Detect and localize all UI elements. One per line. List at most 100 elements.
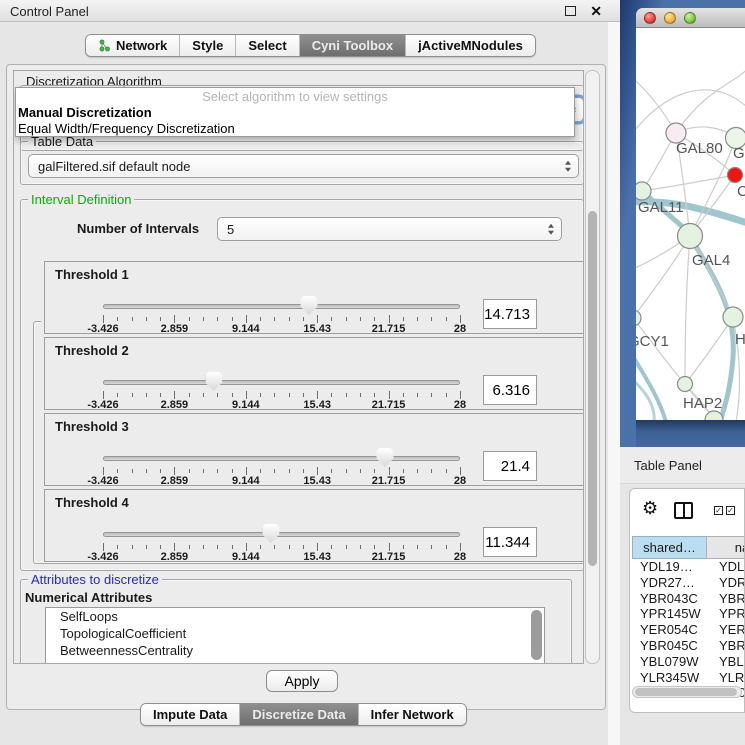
bottom-tab-bar: Impute Data Discretize Data Infer Networ… [140,703,467,726]
table-row[interactable]: YBR043CYBR043C [632,591,745,607]
slider-track[interactable] [103,456,460,461]
list-item[interactable]: TopologicalCoefficient [46,625,544,642]
list-item[interactable]: BetweennessCentrality [46,642,544,659]
list-scrollbar[interactable] [531,610,542,660]
panel-vertical-scrollbar[interactable] [585,70,600,664]
checkbox-icon[interactable]: ✓ [714,506,723,515]
tab-infer-network[interactable]: Infer Network [359,704,466,725]
red-node[interactable] [728,168,743,183]
table-panel-title-bar: Table Panel [620,447,745,484]
close-traffic-light-icon[interactable] [644,12,656,24]
table-row[interactable]: YER054CYER054C [632,622,745,638]
slider-thumb[interactable] [262,524,279,543]
slider-thumb[interactable] [205,372,222,391]
node-label: C [737,183,745,200]
gal11-node[interactable] [636,182,651,200]
numerical-attributes-list[interactable]: SelfLoops TopologicalCoefficient Between… [45,607,545,664]
list-item[interactable]: SelfLoops [46,608,544,625]
threshold-4-slider[interactable]: -3.4262.8599.14415.4321.71528 [103,490,460,563]
settings-gear-icon[interactable]: ⚙ [642,498,658,519]
float-window-icon[interactable] [565,6,576,16]
cell-shared-name: YDL19… [632,559,707,575]
cell-shared-name: YBR043C [632,591,707,607]
tab-select-label: Select [248,38,286,53]
network-edge[interactable] [636,236,690,318]
gal4-node[interactable] [678,224,703,249]
close-icon[interactable]: ✕ [590,3,602,20]
tab-network[interactable]: Network [86,35,180,56]
table-row[interactable]: YDL19…YDL19… [632,559,745,575]
split-columns-icon[interactable] [674,502,693,519]
tab-cyni-toolbox[interactable]: Cyni Toolbox [300,35,406,56]
network-view-canvas[interactable]: GAL80GCGAL11GAL4GCY1HHAP2 [636,28,745,420]
slider-track[interactable] [103,304,460,309]
slider-thumb[interactable] [377,448,394,467]
tick-label: 9.144 [232,475,260,487]
node-label: G [733,145,745,162]
threshold-1-slider[interactable]: -3.4262.8599.14415.4321.71528 [103,262,460,335]
dropdown-option-manual[interactable]: Manual Discretization [16,105,574,121]
hap2-node[interactable] [678,377,693,392]
table-panel-toolbar: ⚙ ✓ ✓ [630,489,744,531]
threshold-2-value-field[interactable] [483,375,537,405]
network-edge[interactable] [685,236,690,384]
dropdown-option-equal-width[interactable]: Equal Width/Frequency Discretization [16,121,574,137]
tick-label: 2.859 [161,475,189,487]
network-edge[interactable] [636,68,676,133]
scrollbar-thumb[interactable] [635,688,737,696]
combo-stepper-icon [565,161,571,172]
interval-definition-group-label: Interval Definition [28,192,134,207]
tab-select[interactable]: Select [236,35,299,56]
table-horizontal-scrollbar[interactable] [632,686,742,698]
threshold-4-panel: Threshold 4 -3.4262.8599.14415.4321.7152… [44,489,584,562]
slider-tick-labels: -3.4262.8599.14415.4321.71528 [103,399,460,411]
slider-thumb[interactable] [301,296,318,315]
tick-label: 15.43 [303,399,331,411]
table-row[interactable]: YBR045CYBR045C [632,638,745,654]
tick-label: 21.715 [372,399,406,411]
table-row[interactable]: YPR145WYPR145W [632,606,745,622]
table-data-combobox[interactable]: galFiltered.sif default node [28,154,579,178]
tick-label: -3.426 [87,399,118,411]
threshold-2-slider[interactable]: -3.4262.8599.14415.4321.71528 [103,338,460,411]
slider-track[interactable] [103,532,460,537]
top-tab-bar: Network Style Select Cyni Toolbox jActiv… [85,34,536,57]
node-label: GAL80 [676,140,723,157]
tick-label: 21.715 [372,551,406,563]
threshold-3-slider[interactable]: -3.4262.8599.14415.4321.71528 [103,414,460,487]
checkbox-icon[interactable]: ✓ [726,506,735,515]
cell-name: YPR145W [707,606,745,622]
threshold-1-value-field[interactable] [483,299,537,329]
cell-shared-name: YLR345W [632,670,707,686]
table-row[interactable]: YLR345WYLR345W [632,670,745,686]
tick-label: 21.715 [372,475,406,487]
tab-impute-data[interactable]: Impute Data [141,704,240,725]
network-window-titlebar[interactable] [636,8,745,28]
table-row[interactable]: YBL079WYBL079W [632,654,745,670]
tab-network-label: Network [116,38,167,53]
threshold-4-value-field[interactable] [483,527,537,557]
network-graph[interactable]: GAL80GCGAL11GAL4GCY1HHAP2 [636,28,745,420]
tick-label: 9.144 [232,551,260,563]
tick-label: 15.43 [303,551,331,563]
column-header-shared-name[interactable]: shared… [632,536,707,559]
zoom-traffic-light-icon[interactable] [684,12,696,24]
scrollbar-thumb[interactable] [588,211,597,566]
network-edge[interactable] [676,68,745,133]
cell-shared-name: YER054C [632,622,707,638]
column-header-name[interactable]: name [706,536,745,559]
tab-discretize-data[interactable]: Discretize Data [240,704,358,725]
minimize-traffic-light-icon[interactable] [664,12,676,24]
network-edge[interactable] [642,175,735,191]
tab-style[interactable]: Style [180,35,236,56]
network-edge[interactable] [685,317,733,384]
tick-label: 28 [454,399,466,411]
apply-button[interactable]: Apply [266,670,338,692]
table-row[interactable]: YDR27…YDR27… [632,575,745,591]
h-node[interactable] [723,307,743,327]
num-intervals-combobox[interactable]: 5 [217,217,562,241]
threshold-3-value-field[interactable] [483,451,537,481]
tab-jactivemnodules[interactable]: jActiveMNodules [406,35,535,56]
gcy1-node[interactable] [636,310,641,326]
slider-track[interactable] [103,380,460,385]
